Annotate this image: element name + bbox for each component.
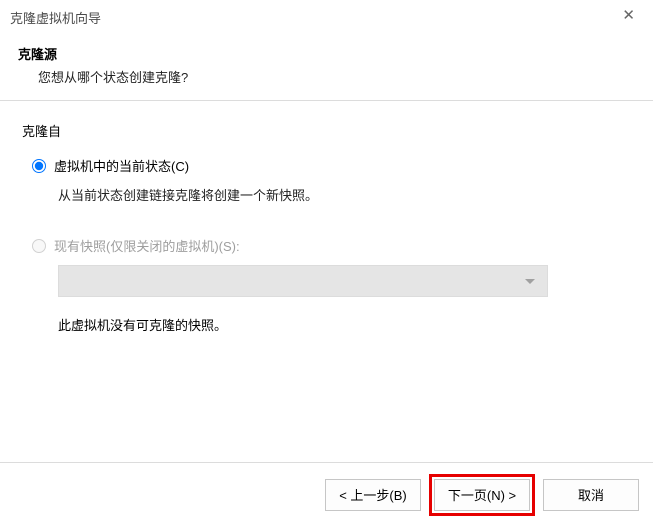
next-button-highlight: 下一页(N) > — [429, 474, 535, 516]
option-current-state-hint: 从当前状态创建链接克隆将创建一个新快照。 — [58, 185, 631, 204]
option-current-state-label: 虚拟机中的当前状态(C) — [54, 156, 189, 175]
option-existing-snapshot-label: 现有快照(仅限关闭的虚拟机)(S): — [54, 236, 240, 255]
close-icon[interactable]: ✕ — [614, 6, 643, 25]
wizard-header: 克隆源 您想从哪个状态创建克隆? — [0, 34, 653, 101]
header-title: 克隆源 — [18, 44, 635, 63]
radio-existing-snapshot — [32, 239, 46, 253]
radio-current-state[interactable] — [32, 159, 46, 173]
wizard-footer: < 上一步(B) 下一页(N) > 取消 — [0, 462, 653, 526]
clone-from-label: 克隆自 — [22, 121, 631, 140]
option-existing-snapshot: 现有快照(仅限关闭的虚拟机)(S): — [32, 236, 631, 255]
window-title: 克隆虚拟机向导 — [10, 8, 101, 27]
cancel-button[interactable]: 取消 — [543, 479, 639, 511]
option-current-state[interactable]: 虚拟机中的当前状态(C) — [32, 156, 631, 175]
header-subtitle: 您想从哪个状态创建克隆? — [38, 67, 635, 86]
no-snapshot-text: 此虚拟机没有可克隆的快照。 — [58, 315, 631, 334]
titlebar: 克隆虚拟机向导 ✕ — [0, 0, 653, 34]
back-button[interactable]: < 上一步(B) — [325, 479, 421, 511]
wizard-body: 克隆自 虚拟机中的当前状态(C) 从当前状态创建链接克隆将创建一个新快照。 现有… — [0, 101, 653, 481]
snapshot-dropdown — [58, 265, 548, 297]
next-button[interactable]: 下一页(N) > — [434, 479, 530, 511]
